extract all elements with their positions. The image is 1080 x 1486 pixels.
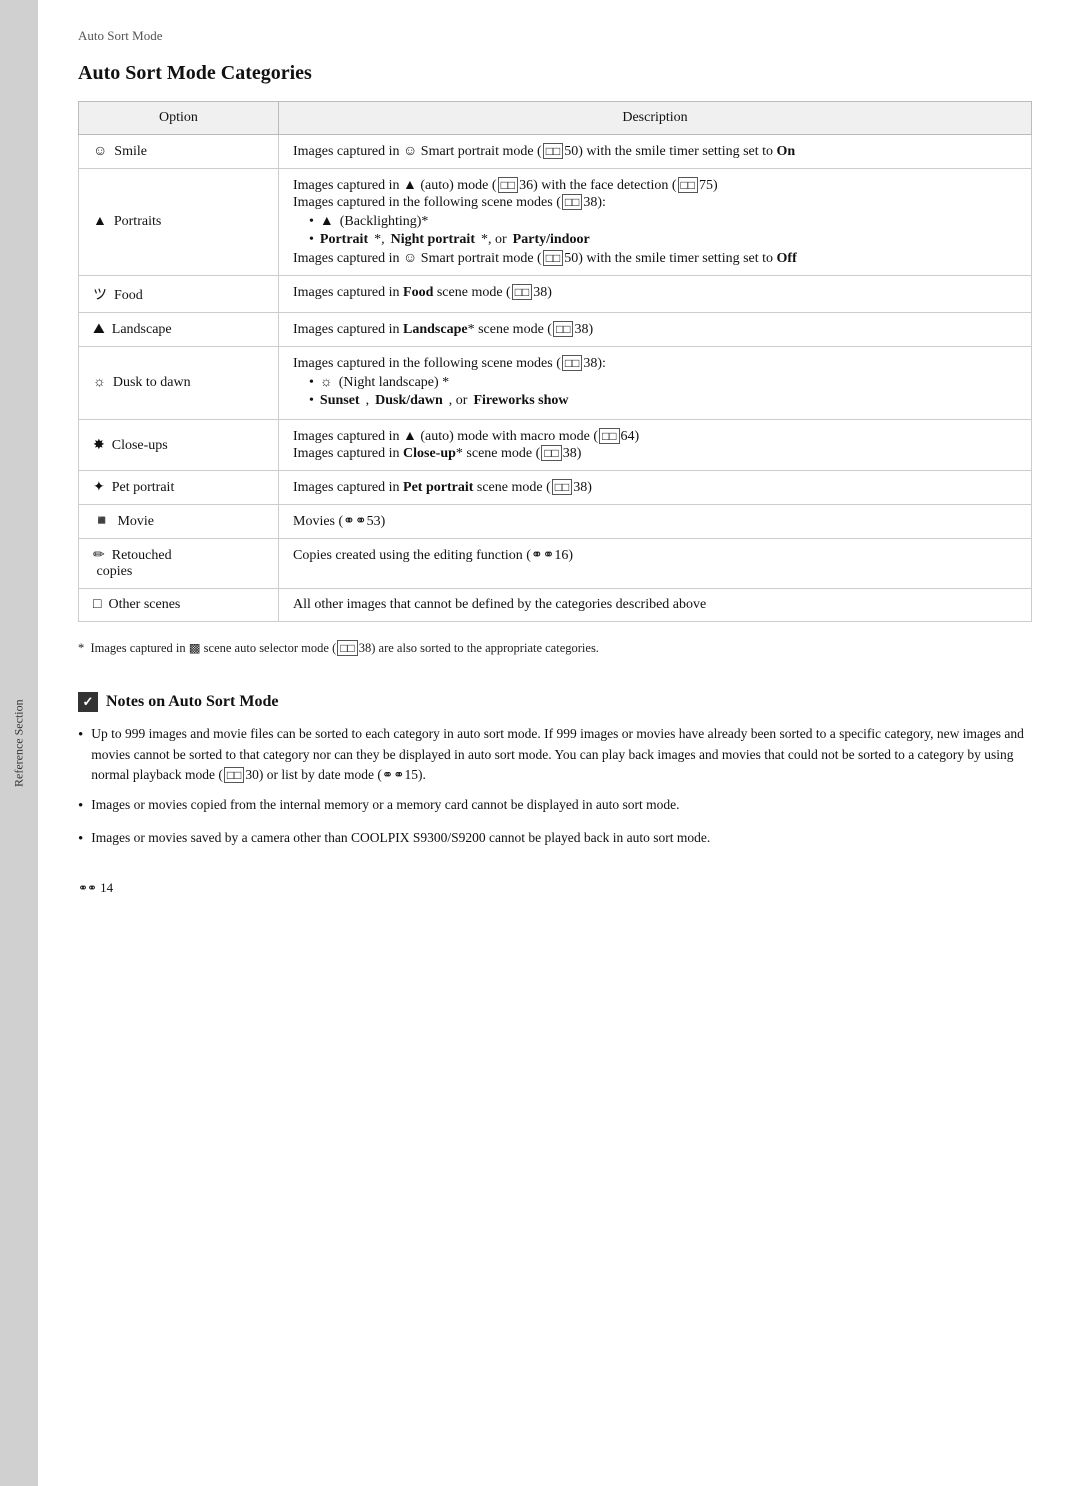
page-num: 14 — [100, 880, 113, 896]
sidebar: Reference Section — [0, 0, 38, 1486]
categories-table: Option Description ☺ Smile Images captur… — [78, 101, 1032, 622]
section-title: Auto Sort Mode Categories — [78, 62, 1032, 85]
bullet-2: Images or movies copied from the interna… — [91, 795, 679, 818]
backlighting-icon: ▲ — [320, 214, 334, 230]
bullet-3: Images or movies saved by a camera other… — [91, 828, 710, 851]
option-landscape: ⛰ Landscape — [79, 313, 279, 347]
night-landscape-icon: ☼ — [320, 375, 333, 391]
retouched-icon: ✏ — [93, 548, 105, 563]
desc-retouched: Copies created using the editing functio… — [279, 539, 1032, 589]
sidebar-label: Reference Section — [12, 699, 27, 787]
desc-movie: Movies (⚭⚭53) — [279, 505, 1032, 539]
option-food: ツ Food — [79, 276, 279, 313]
bullet-1: Up to 999 images and movie files can be … — [91, 724, 1032, 785]
table-row: ⛰ Landscape Images captured in Landscape… — [79, 313, 1032, 347]
food-icon: ツ — [93, 288, 107, 303]
option-pet: ✦ Pet portrait — [79, 471, 279, 505]
desc-landscape: Images captured in Landscape* scene mode… — [279, 313, 1032, 347]
desc-pet: Images captured in Pet portrait scene mo… — [279, 471, 1032, 505]
page-header: Auto Sort Mode — [78, 28, 1032, 44]
portraits-icon: ▲ — [93, 214, 107, 229]
col-option: Option — [79, 102, 279, 135]
table-row: ✏ Retouched copies Copies created using … — [79, 539, 1032, 589]
page: Reference Section Auto Sort Mode Auto So… — [0, 0, 1080, 1486]
camera-icon: ⚭⚭ — [78, 881, 96, 896]
desc-food: Images captured in Food scene mode (□□38… — [279, 276, 1032, 313]
page-number: ⚭⚭ 14 — [78, 880, 1032, 896]
notes-heading: Notes on Auto Sort Mode — [106, 693, 278, 711]
desc-portraits: Images captured in ▲ (auto) mode (□□36) … — [279, 169, 1032, 276]
option-portraits: ▲ Portraits — [79, 169, 279, 276]
notes-section: ✓ Notes on Auto Sort Mode Up to 999 imag… — [78, 692, 1032, 860]
list-item: Images or movies saved by a camera other… — [78, 828, 1032, 851]
desc-other: All other images that cannot be defined … — [279, 589, 1032, 622]
movie-icon: ◾ — [93, 514, 110, 529]
option-smile: ☺ Smile — [79, 135, 279, 169]
table-row: ▲ Portraits Images captured in ▲ (auto) … — [79, 169, 1032, 276]
landscape-icon: ⛰ — [93, 322, 105, 337]
list-item: Images or movies copied from the interna… — [78, 795, 1032, 818]
desc-closeups: Images captured in ▲ (auto) mode with ma… — [279, 420, 1032, 471]
check-icon: ✓ — [78, 692, 98, 712]
other-icon: □ — [93, 597, 101, 612]
col-description: Description — [279, 102, 1032, 135]
notes-list: Up to 999 images and movie files can be … — [78, 724, 1032, 850]
desc-smile: Images captured in ☺ Smart portrait mode… — [279, 135, 1032, 169]
option-other: □ Other scenes — [79, 589, 279, 622]
pet-icon: ✦ — [93, 480, 105, 495]
table-row: ◾ Movie Movies (⚭⚭53) — [79, 505, 1032, 539]
table-row: □ Other scenes All other images that can… — [79, 589, 1032, 622]
table-header-row: Option Description — [79, 102, 1032, 135]
smile-icon: ☺ — [93, 144, 107, 159]
option-closeups: ✸ Close-ups — [79, 420, 279, 471]
notes-title: ✓ Notes on Auto Sort Mode — [78, 692, 1032, 712]
desc-dusk: Images captured in the following scene m… — [279, 347, 1032, 420]
closeups-icon: ✸ — [93, 438, 105, 453]
table-row: ✸ Close-ups Images captured in ▲ (auto) … — [79, 420, 1032, 471]
footnote: * Images captured in ▩ scene auto select… — [78, 640, 1032, 656]
table-row: ✦ Pet portrait Images captured in Pet po… — [79, 471, 1032, 505]
option-movie: ◾ Movie — [79, 505, 279, 539]
main-content: Auto Sort Mode Auto Sort Mode Categories… — [38, 0, 1080, 1486]
table-row: ツ Food Images captured in Food scene mod… — [79, 276, 1032, 313]
table-row: ☼ Dusk to dawn Images captured in the fo… — [79, 347, 1032, 420]
option-retouched: ✏ Retouched copies — [79, 539, 279, 589]
list-item: Up to 999 images and movie files can be … — [78, 724, 1032, 785]
option-dusk: ☼ Dusk to dawn — [79, 347, 279, 420]
dusk-icon: ☼ — [93, 375, 106, 390]
table-row: ☺ Smile Images captured in ☺ Smart portr… — [79, 135, 1032, 169]
